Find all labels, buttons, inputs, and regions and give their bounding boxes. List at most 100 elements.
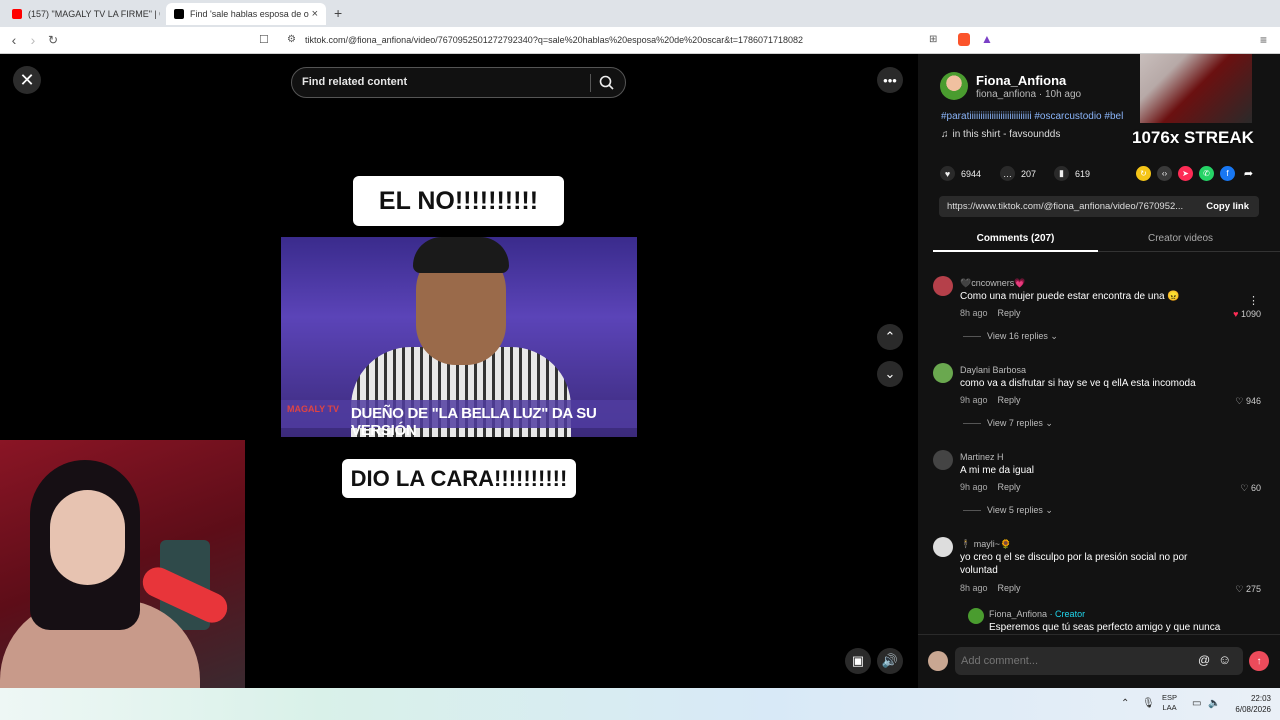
keyboard-layout: LAA xyxy=(1162,703,1177,712)
reply-button[interactable]: Reply xyxy=(998,482,1021,492)
my-avatar xyxy=(928,651,948,671)
webcam-person-face xyxy=(50,490,125,585)
comment-meta: 8h ago Reply xyxy=(960,583,1021,593)
author-name[interactable]: Fiona_Anfiona xyxy=(976,73,1066,88)
music-note-icon: ♫ xyxy=(941,129,949,140)
mini-player-button[interactable]: ▣ xyxy=(845,648,871,674)
view-replies-label: View 7 replies xyxy=(987,418,1043,428)
reply-button[interactable]: Reply xyxy=(998,395,1021,405)
heart-outline-icon: ♡ xyxy=(1240,483,1249,493)
comment-avatar[interactable] xyxy=(933,450,953,470)
chevron-down-icon: ⌄ xyxy=(1050,331,1058,341)
comment-like[interactable]: ♡ 946 xyxy=(1221,396,1261,407)
reply-button[interactable]: Reply xyxy=(998,308,1021,318)
search-input[interactable]: Find related content xyxy=(302,76,407,88)
comment-user[interactable]: Martinez H xyxy=(960,452,1004,462)
author-avatar[interactable] xyxy=(940,72,968,100)
comment-like-count: 60 xyxy=(1250,483,1261,493)
comment-avatar[interactable] xyxy=(933,276,953,296)
comment-like[interactable]: ♡ 60 xyxy=(1221,483,1261,494)
post-comment-button[interactable]: ↑ xyxy=(1249,651,1269,671)
video-lower-third: MAGALY TV DUEÑO DE "LA BELLA LUZ" DA SU … xyxy=(281,400,637,437)
close-tab-icon[interactable]: × xyxy=(312,8,318,20)
save-button[interactable]: ▮ 619 xyxy=(1054,166,1090,181)
reply-button[interactable]: Reply xyxy=(998,583,1021,593)
heart-icon: ♥ xyxy=(940,166,955,181)
like-count: 6944 xyxy=(961,168,982,179)
video-person-hair xyxy=(413,237,509,273)
copy-link-button[interactable]: Copy link xyxy=(1206,201,1249,212)
comment-like[interactable]: ♡ 275 xyxy=(1221,584,1261,595)
display-icon[interactable]: ▭ xyxy=(1192,698,1201,709)
repost-icon[interactable]: ↻ xyxy=(1136,166,1151,181)
comment-like[interactable]: ♥ 1090 xyxy=(1221,309,1261,319)
related-search-box[interactable]: Find related content xyxy=(291,67,626,98)
comment-text: como va a disfrutar si hay se ve q ellA … xyxy=(960,378,1196,389)
video-frame: MAGALY TV DUEÑO DE "LA BELLA LUZ" DA SU … xyxy=(281,237,637,437)
tab-magaly[interactable]: (157) "MAGALY TV LA FIRME" | 06 D xyxy=(4,3,160,25)
microphone-icon[interactable]: 🎙 xyxy=(1142,698,1155,709)
view-replies-button[interactable]: View 16 replies ⌄ xyxy=(963,331,1058,342)
menu-icon[interactable]: ≡ xyxy=(1260,33,1267,47)
chevron-down-icon: ⌄ xyxy=(1045,505,1053,515)
new-tab-button[interactable]: + xyxy=(334,5,342,21)
creator-reply-avatar[interactable] xyxy=(968,608,984,624)
emoji-icon[interactable]: ☺ xyxy=(1218,652,1231,667)
tab-comments[interactable]: Comments (207) xyxy=(933,229,1098,252)
comment-time: 9h ago xyxy=(960,482,988,492)
back-icon[interactable]: ‹ xyxy=(6,32,22,48)
comment-time: 8h ago xyxy=(960,583,988,593)
comment-button[interactable]: … 207 xyxy=(1000,166,1036,181)
reload-icon[interactable]: ↻ xyxy=(45,33,61,47)
search-icon[interactable] xyxy=(597,73,617,93)
music-link[interactable]: ♫ in this shirt - favsoundds xyxy=(941,129,1060,140)
view-replies-button[interactable]: View 7 replies ⌄ xyxy=(963,418,1053,429)
share-arrow-icon[interactable]: ➦ xyxy=(1241,166,1256,181)
previous-video-button[interactable]: ⌃ xyxy=(877,324,903,350)
creator-reply-user[interactable]: Fiona_Anfiona · Creator xyxy=(989,609,1085,619)
facebook-icon[interactable]: f xyxy=(1220,166,1235,181)
comment-meta: 9h ago Reply xyxy=(960,482,1021,492)
like-button[interactable]: ♥ 6944 xyxy=(940,166,981,181)
comment-avatar[interactable] xyxy=(933,363,953,383)
mention-icon[interactable]: @ xyxy=(1198,653,1210,667)
more-options-button[interactable]: ••• xyxy=(877,67,903,93)
brave-shield-icon[interactable] xyxy=(958,33,970,46)
video-link-url[interactable]: https://www.tiktok.com/@fiona_anfiona/vi… xyxy=(947,201,1183,212)
comment-user[interactable]: 🖤cncowners💗 xyxy=(960,278,1025,289)
streak-overlay-image xyxy=(1140,54,1252,123)
replies-line xyxy=(963,423,981,425)
view-replies-button[interactable]: View 5 replies ⌄ xyxy=(963,505,1053,516)
tab-tiktok[interactable]: Find 'sale hablas esposa de o × xyxy=(166,3,326,25)
url-field[interactable]: tiktok.com/@fiona_anfiona/video/76709525… xyxy=(305,35,803,45)
comment-user[interactable]: Daylani Barbosa xyxy=(960,365,1026,375)
streak-text: 1076x STREAK xyxy=(1132,128,1254,147)
forward-icon[interactable]: › xyxy=(25,32,41,48)
music-title: in this shirt - favsoundds xyxy=(952,129,1061,140)
heart-outline-icon: ♡ xyxy=(1235,396,1244,406)
lower-third-text: DUEÑO DE "LA BELLA LUZ" DA SU VERSIÓN xyxy=(351,405,597,437)
site-info-icon[interactable]: ⚙ xyxy=(287,34,296,45)
next-video-button[interactable]: ⌄ xyxy=(877,361,903,387)
video-caption-bottom: DIO LA CARA!!!!!!!!!! xyxy=(342,459,576,498)
comment-avatar[interactable] xyxy=(933,537,953,557)
volume-button[interactable]: 🔊 xyxy=(877,648,903,674)
comment-more-icon[interactable]: ⋮ xyxy=(1248,294,1259,307)
whatsapp-icon[interactable]: ✆ xyxy=(1199,166,1214,181)
speaker-icon[interactable]: 🔈 xyxy=(1208,698,1220,709)
embed-icon[interactable]: ‹› xyxy=(1157,166,1172,181)
clock[interactable]: 22:03 6/08/2026 xyxy=(1225,693,1271,715)
tab-creator-videos[interactable]: Creator videos xyxy=(1098,229,1263,252)
bookmark-icon[interactable]: ☐ xyxy=(259,33,269,46)
hashtags[interactable]: #paratiiiiiiiiiiiiiiiiiiiiiiiiiiii #osca… xyxy=(941,111,1123,122)
comment-user[interactable]: 🕴 mayli~🌻 xyxy=(960,539,1011,550)
tray-overflow-icon[interactable]: ⌃ xyxy=(1121,698,1129,709)
translate-icon[interactable]: ⊞ xyxy=(929,34,937,45)
magaly-logo: MAGALY TV xyxy=(287,404,340,414)
close-video-button[interactable]: ✕ xyxy=(13,66,41,94)
browser-tab-bar: (157) "MAGALY TV LA FIRME" | 06 D Find '… xyxy=(0,0,1280,27)
rewards-icon[interactable]: ▲ xyxy=(981,32,993,46)
view-replies-label: View 16 replies xyxy=(987,331,1048,341)
language-indicator[interactable]: ESP LAA xyxy=(1162,693,1177,713)
send-to-friends-icon[interactable]: ➤ xyxy=(1178,166,1193,181)
